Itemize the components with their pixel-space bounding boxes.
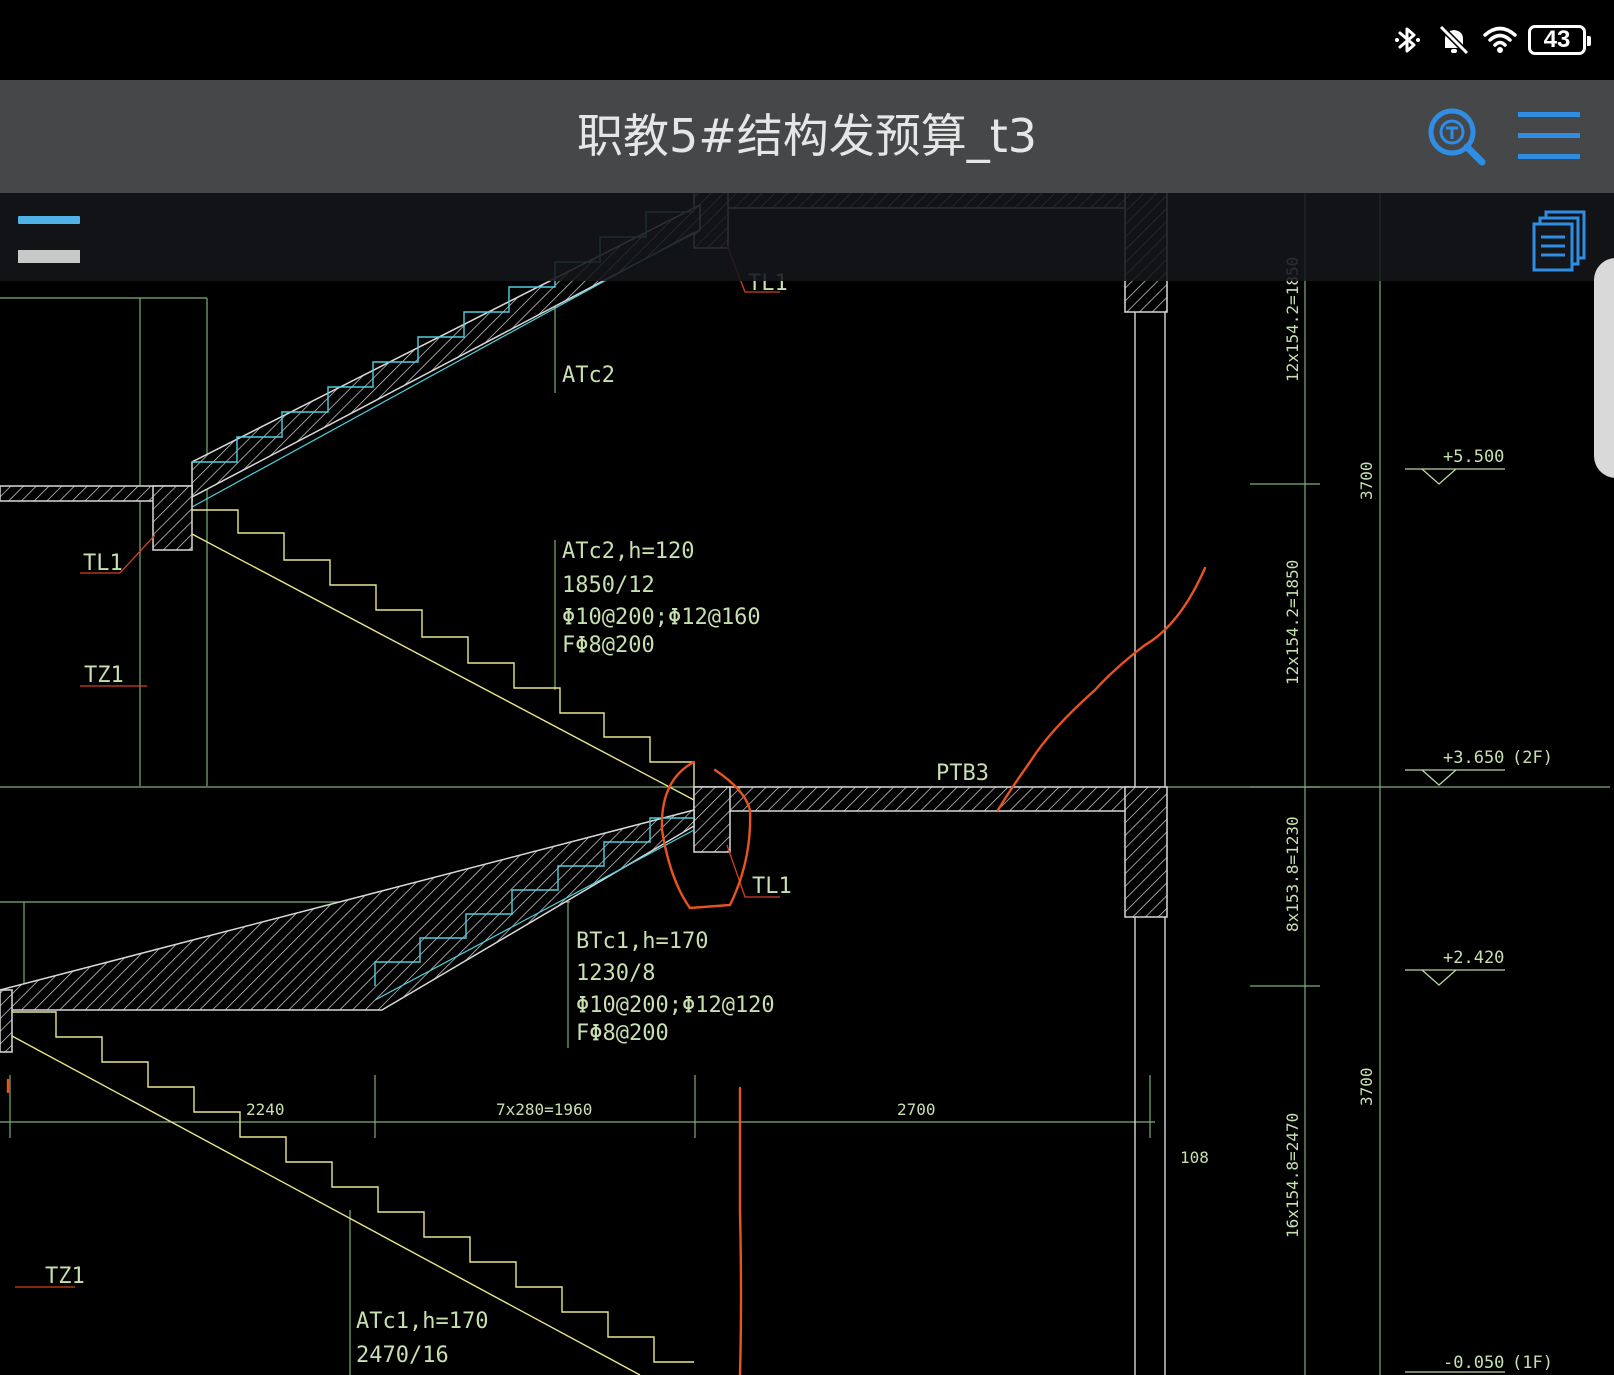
wifi-icon <box>1483 26 1517 53</box>
bluetooth-icon <box>1395 27 1420 53</box>
label-atc2: ATc2 <box>562 363 615 388</box>
battery-level: 43 <box>1543 26 1571 53</box>
dim-2700: 2700 <box>897 1100 936 1119</box>
text-search-icon[interactable] <box>1424 104 1488 168</box>
label-btc1-spec-4: FΦ8@200 <box>576 1021 669 1046</box>
drawing-toolbar <box>0 193 1614 281</box>
elev-2420: +2.420 <box>1443 948 1504 968</box>
floor-2f: (2F) <box>1512 748 1553 768</box>
dim-2240: 2240 <box>246 1100 285 1119</box>
elevation-markers <box>1405 468 1505 1373</box>
label-atc1-spec-1: ATc1,h=170 <box>356 1309 488 1334</box>
layers-list-icon[interactable] <box>1530 210 1588 272</box>
label-btc1-spec-3: Φ10@200;Φ12@120 <box>576 993 775 1018</box>
leader-lines <box>15 244 780 1288</box>
dim-108: 108 <box>1180 1148 1209 1167</box>
status-icons: 43 <box>1390 22 1591 58</box>
upper-landing <box>0 485 193 551</box>
floor-1f: (1F) <box>1512 1353 1553 1373</box>
label-atc2-spec-2: 1850/12 <box>562 573 655 598</box>
elevation-labels: +5.500 +3.650 (2F) +2.420 -0.050 (1F) <box>1443 447 1553 1373</box>
cad-labels: TL1 ATc2 TL1 TZ1 ATc2,h=120 1850/12 Φ10@… <box>45 271 989 1368</box>
dim-v2: 12x154.2=1850 <box>1283 560 1302 685</box>
label-atc2-spec-4: FΦ8@200 <box>562 633 655 658</box>
side-panel-handle[interactable] <box>1594 258 1614 478</box>
label-atc2-spec-3: Φ10@200;Φ12@160 <box>562 605 761 630</box>
status-bar: 43 <box>0 0 1614 80</box>
document-title: 职教5#结构发预算_t3 <box>576 109 1038 163</box>
label-tl1-left: TL1 <box>83 551 123 576</box>
elev-m0050: -0.050 <box>1443 1353 1504 1373</box>
elev-5500: +5.500 <box>1443 447 1504 467</box>
label-ptb3: PTB3 <box>936 761 989 786</box>
dim-v3: 8x153.8=1230 <box>1283 816 1302 932</box>
label-tz1-lower: TZ1 <box>45 1264 85 1289</box>
layer-toggle-icon[interactable] <box>18 212 82 266</box>
bell-off-icon <box>1438 24 1470 56</box>
label-atc2-spec-1: ATc2,h=120 <box>562 539 694 564</box>
grid-lines <box>0 193 1610 1375</box>
title-bar: 职教5#结构发预算_t3 <box>0 80 1614 193</box>
label-tz1-upper: TZ1 <box>84 663 124 688</box>
hamburger-menu-icon[interactable] <box>1518 108 1580 164</box>
label-atc1-spec-2: 2470/16 <box>356 1343 449 1368</box>
dimension-labels: 2240 7x280=1960 2700 108 12x154.2=1850 1… <box>246 257 1376 1238</box>
dim-1960: 7x280=1960 <box>496 1100 592 1119</box>
label-btc1-spec-2: 1230/8 <box>576 961 655 986</box>
battery-indicator: 43 <box>1528 25 1591 55</box>
label-btc1-spec-1: BTc1,h=170 <box>576 929 708 954</box>
dim-v4: 16x154.8=2470 <box>1283 1113 1302 1238</box>
dim-3700-b: 3700 <box>1357 1067 1376 1106</box>
dim-3700-a: 3700 <box>1357 461 1376 500</box>
cad-drawing-canvas[interactable]: TL1 ATc2 TL1 TZ1 ATc2,h=120 1850/12 Φ10@… <box>0 193 1614 1375</box>
label-tl1-mid: TL1 <box>752 874 792 899</box>
lower-flight-atc1 <box>11 1011 694 1375</box>
elev-3650: +3.650 <box>1443 748 1504 768</box>
